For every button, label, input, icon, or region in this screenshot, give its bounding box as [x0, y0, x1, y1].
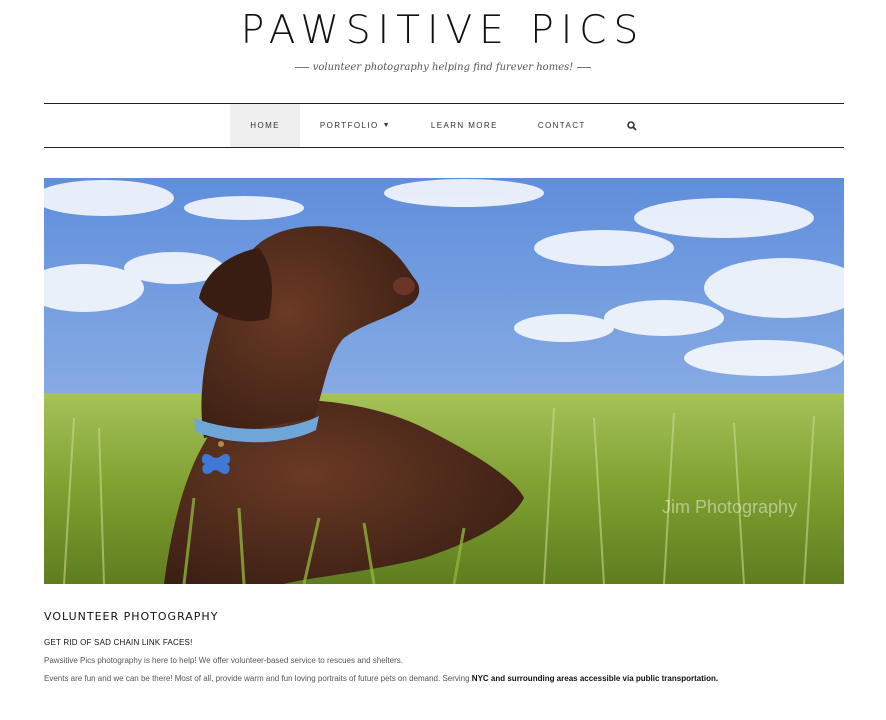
hero-image: Jim Photography: [44, 178, 844, 584]
caret-down-icon: ▼: [382, 122, 391, 129]
service-area-text: NYC and surrounding areas accessible via…: [471, 674, 719, 683]
paragraph-line-2: Pawsitive Pics photography is here to he…: [44, 656, 404, 665]
nav-label-contact: CONTACT: [537, 121, 586, 130]
nav-label-portfolio: PORTFOLIO: [319, 121, 379, 130]
nav-search-button[interactable]: [606, 104, 658, 147]
section-heading: VOLUNTEER PHOTOGRAPHY: [44, 610, 219, 623]
tagline-text: volunteer photography helping find furev…: [312, 62, 574, 73]
main-navigation: HOME PORTFOLIO ▼ LEARN MORE CONTACT: [44, 103, 844, 148]
paragraph-line-3-text: Events are fun and we can be there! Most…: [44, 674, 472, 683]
nav-item-home[interactable]: HOME: [230, 104, 300, 147]
search-icon: [626, 120, 638, 132]
paragraph-line-1: GET RID OF SAD CHAIN LINK FACES!: [44, 638, 193, 647]
tagline-dash-left: [294, 67, 309, 68]
nav-label-learn-more: LEARN MORE: [430, 121, 498, 130]
paragraph-line-3: Events are fun and we can be there! Most…: [44, 674, 718, 683]
tagline-dash-right: [577, 67, 592, 68]
site-title[interactable]: PAWSITIVE PICS: [0, 8, 886, 53]
nav-label-home: HOME: [250, 121, 280, 130]
nav-item-learn-more[interactable]: LEARN MORE: [411, 104, 518, 147]
site-tagline: volunteer photography helping find furev…: [0, 62, 886, 73]
hero-watermark: Jim Photography: [662, 497, 797, 517]
nav-item-contact[interactable]: CONTACT: [518, 104, 606, 147]
nav-item-portfolio[interactable]: PORTFOLIO ▼: [300, 104, 411, 147]
